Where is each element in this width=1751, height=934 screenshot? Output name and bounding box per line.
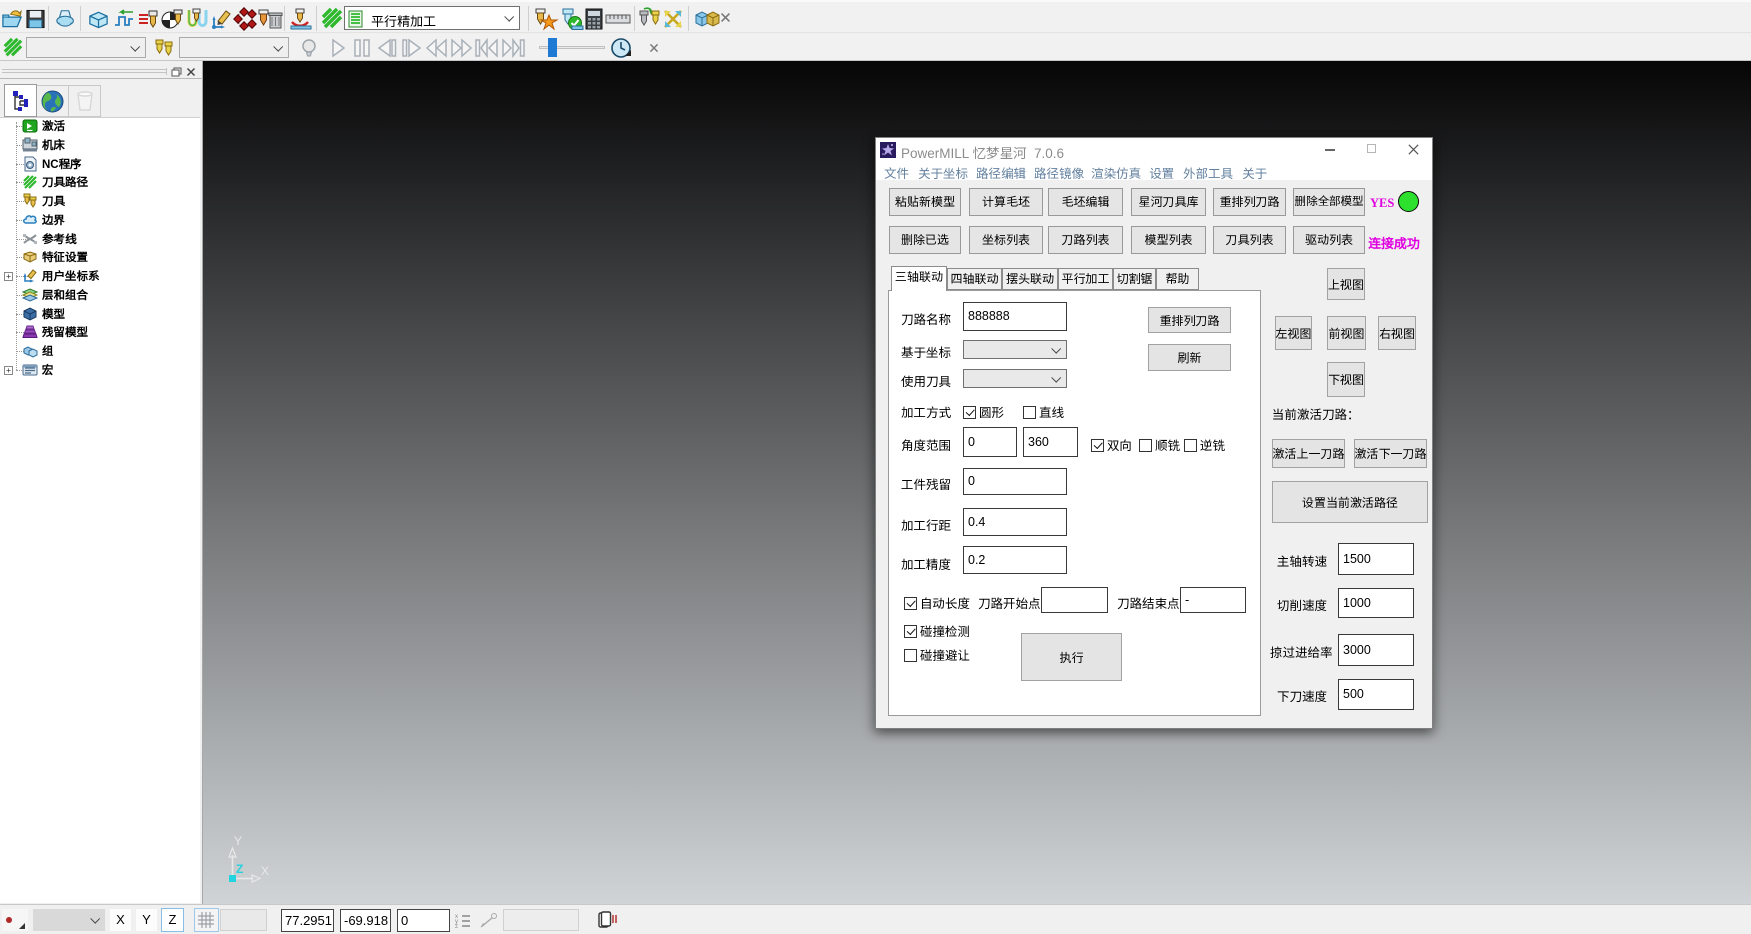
svg-text:z: z	[455, 924, 458, 930]
svg-text:Z: Z	[236, 862, 243, 876]
svg-text:Y: Y	[234, 834, 242, 848]
svg-text:X: X	[261, 864, 269, 878]
